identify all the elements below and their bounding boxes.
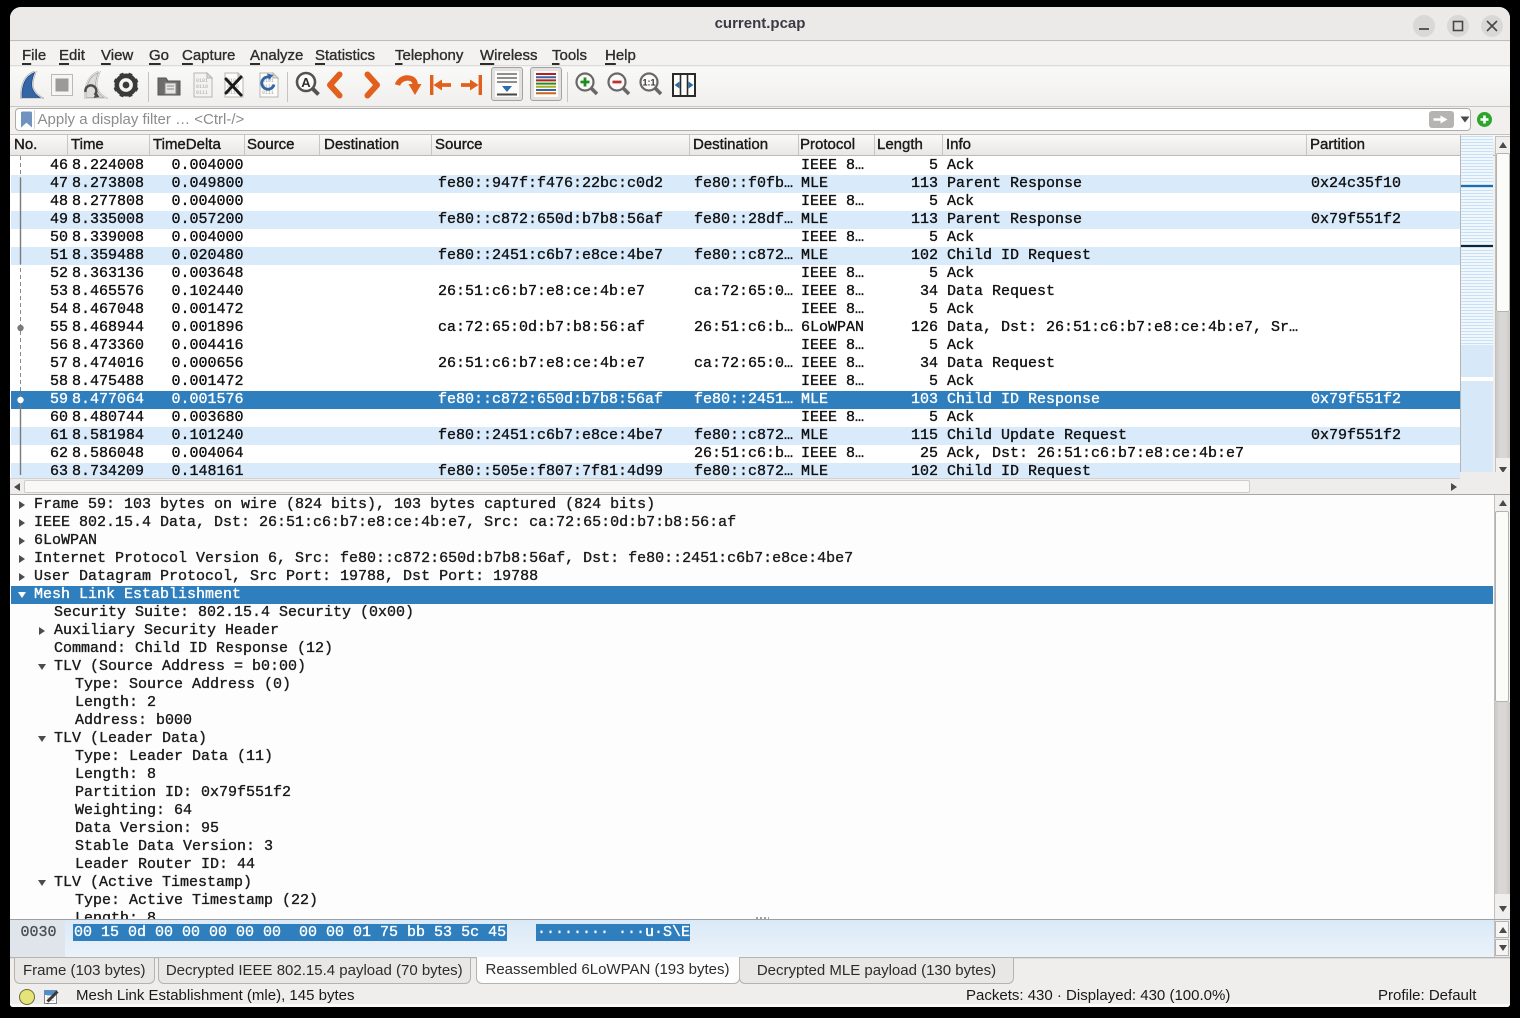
- svg-text:0111: 0111: [262, 90, 274, 96]
- svg-text:0111: 0111: [196, 90, 208, 96]
- svg-text:1:1: 1:1: [642, 78, 655, 88]
- svg-text:A: A: [301, 75, 311, 90]
